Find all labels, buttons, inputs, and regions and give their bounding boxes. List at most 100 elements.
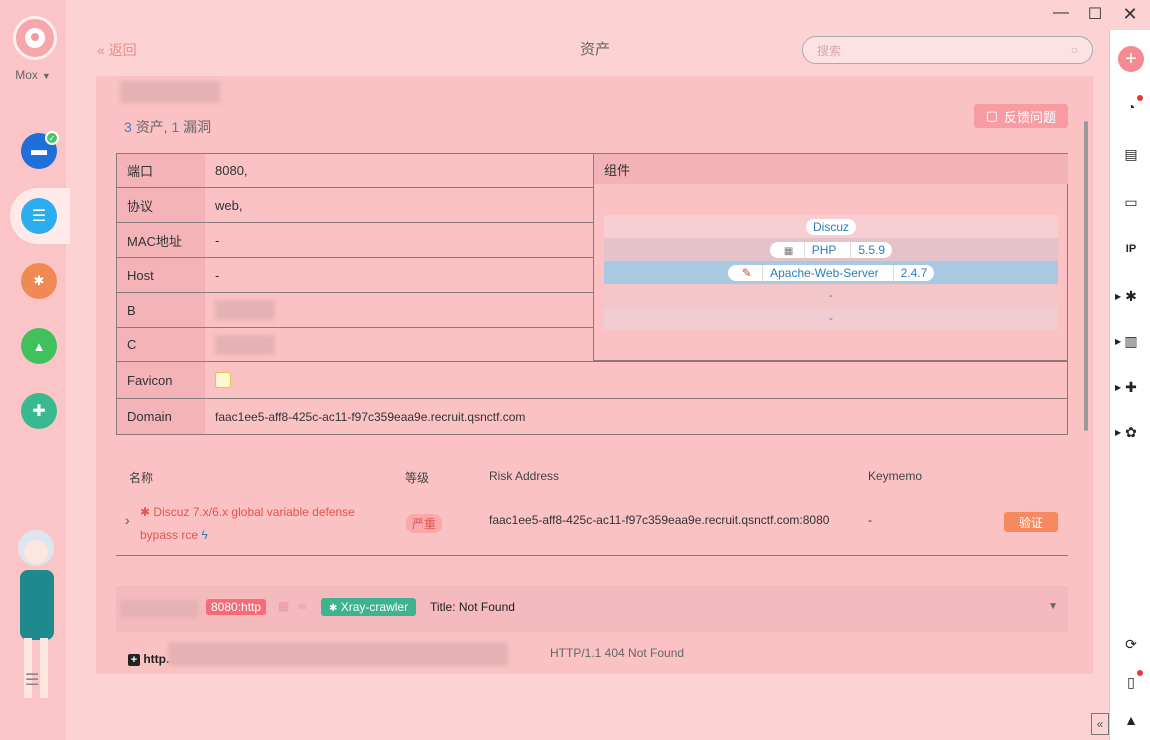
port-label: 端口 <box>117 154 205 187</box>
history-icon[interactable]: ◔ <box>1122 95 1143 116</box>
favicon-image-icon <box>215 372 231 388</box>
bug-icon[interactable]: ✱ <box>1122 287 1140 305</box>
collapse-panel-button[interactable]: « <box>1091 713 1109 735</box>
severity-badge: 严重 <box>406 514 443 533</box>
c-value <box>205 328 275 361</box>
vuln-name[interactable]: ✱ Discuz 7.x/6.x global variable defense… <box>140 501 385 547</box>
expand-arrow-icon: ▶ <box>1115 383 1122 392</box>
favicon-label: Favicon <box>117 362 205 398</box>
domain-label: Domain <box>117 399 205 434</box>
bar-chart-icon[interactable]: ▥ <box>1122 332 1140 350</box>
asset-label: 资产, <box>135 119 168 135</box>
warning-icon[interactable]: ▲ <box>1122 711 1140 729</box>
ip-icon[interactable]: IP <box>1122 240 1140 258</box>
comment-icon: ▢ <box>985 108 998 123</box>
search-placeholder: 搜索 <box>817 43 842 58</box>
expand-arrow-icon: ▶ <box>1115 337 1122 346</box>
mac-label: MAC地址 <box>117 223 205 257</box>
info-row-domain: Domain faac1ee5-aff8-425c-ac11-f97c359ea… <box>117 399 1067 434</box>
close-button[interactable]: ✕ <box>1115 4 1145 25</box>
link-icon[interactable]: ∞ <box>298 599 307 613</box>
bug-icon: ✱ <box>33 273 45 288</box>
app-logo <box>13 16 57 60</box>
log-icon[interactable]: ▯ <box>1122 670 1143 691</box>
source-tag: ✱ Xray-crawler <box>321 598 417 616</box>
server-list-icon: ☰ <box>31 208 47 225</box>
vuln-name-text: Discuz 7.x/6.x global variable defense b… <box>140 505 355 542</box>
bug-icon: ✱ <box>140 505 151 519</box>
feedback-label: 反馈问题 <box>1003 109 1056 125</box>
host-value: - <box>215 267 220 283</box>
menu-icon[interactable]: ☰ <box>25 670 39 690</box>
feedback-button[interactable]: ▢ 反馈问题 <box>973 104 1068 128</box>
database-icon[interactable]: ▤ <box>1122 145 1140 163</box>
component-empty: - <box>604 307 1058 330</box>
col-header-name: 名称 <box>129 471 154 485</box>
verify-button[interactable]: 验证 <box>1004 512 1058 532</box>
asset-count: 3 <box>124 119 132 135</box>
nav-stats[interactable]: ▲ <box>21 328 57 364</box>
component-tag: ✎ Apache-Web-Server 2.4.7 <box>727 264 935 281</box>
puzzle-icon[interactable]: ✚ <box>1122 378 1140 396</box>
component-apache: ✎ Apache-Web-Server 2.4.7 <box>604 261 1058 284</box>
info-row-c: C <box>117 328 593 361</box>
component-empty: - <box>604 284 1058 307</box>
redacted-url <box>168 642 508 666</box>
plugin-settings-icon[interactable]: ✿ <box>1122 423 1140 441</box>
b-label: B <box>117 293 205 327</box>
left-sidebar: Mox ▼ ▬ ✓ ☰ ✱ ▲ ✚ ☰ <box>0 0 70 740</box>
caret-down-icon: ▼ <box>41 71 51 81</box>
divider <box>116 555 1068 556</box>
search-icon: ○ <box>1070 43 1078 57</box>
check-badge-icon: ✓ <box>45 131 59 145</box>
mac-value: - <box>215 232 220 248</box>
protocol-label: 协议 <box>117 188 205 222</box>
c-label: C <box>117 328 205 361</box>
user-menu[interactable]: Mox ▼ <box>0 68 66 82</box>
col-header-keymemo: Keymemo <box>868 469 923 483</box>
refresh-icon[interactable]: ⟳ <box>1122 635 1140 653</box>
risk-address: faac1ee5-aff8-425c-ac11-f97c359eaa9e.rec… <box>489 513 830 527</box>
port-value: 8080, <box>215 163 248 178</box>
redacted-ip <box>120 81 220 103</box>
components-header: 组件 <box>594 154 1068 184</box>
scan-result-row[interactable]: 8080:http ▦ ∞ ✱ Xray-crawler Title: Not … <box>116 586 1068 632</box>
components-panel: 组件 Discuz ▦ PHP 5.5.9 ✎ Apache-Web-Serve… <box>593 154 1068 361</box>
chevron-down-icon[interactable]: ▼ <box>1048 601 1058 612</box>
component-name: - <box>829 312 833 325</box>
add-button[interactable]: + <box>1118 46 1144 72</box>
http-label: http. <box>143 652 170 666</box>
table-icon[interactable]: ▦ <box>278 599 289 613</box>
asset-summary: 3 资产, 1 漏洞 <box>124 117 211 137</box>
col-header-risk: Risk Address <box>489 469 560 483</box>
nav-vulns[interactable]: ✱ <box>21 263 57 299</box>
nav-assets[interactable]: ☰ <box>21 198 57 234</box>
monitor-icon[interactable]: ▭ <box>1122 193 1140 211</box>
component-name: Discuz <box>805 218 856 235</box>
back-button[interactable]: « 返回 <box>97 40 137 60</box>
php-icon: ▦ <box>783 245 794 257</box>
info-row-protocol: 协议 web, <box>117 188 593 223</box>
component-name: PHP <box>803 241 844 258</box>
http-status: HTTP/1.1 404 Not Found <box>550 646 685 660</box>
scan-icon: ▬ <box>31 142 47 159</box>
component-discuz: Discuz <box>604 215 1058 238</box>
minimize-button[interactable]: — <box>1046 4 1076 22</box>
info-row-favicon: Favicon <box>117 361 1067 399</box>
asset-detail-panel: 3 资产, 1 漏洞 ▢ 反馈问题 端口 8080, 协议 web, MAC地址… <box>96 76 1093 674</box>
info-row-host: Host - <box>117 258 593 293</box>
expand-row-chevron-icon[interactable]: › <box>125 512 130 528</box>
scrollbar[interactable] <box>1084 121 1088 431</box>
nav-plugins[interactable]: ✚ <box>21 393 57 429</box>
component-name: - <box>829 289 833 302</box>
http-section[interactable]: + http. <box>128 652 169 666</box>
vuln-label: 漏洞 <box>183 119 212 135</box>
port-tag: 8080:http <box>206 599 267 615</box>
maximize-button[interactable]: ☐ <box>1080 4 1110 24</box>
component-version: 5.5.9 <box>850 241 892 258</box>
apache-feather-icon: ✎ <box>741 265 752 280</box>
component-tag: ▦ PHP 5.5.9 <box>769 241 893 258</box>
nav-scan[interactable]: ▬ ✓ <box>21 131 59 169</box>
search-input[interactable]: 搜索 ○ <box>802 36 1093 64</box>
redacted-host <box>120 600 198 618</box>
